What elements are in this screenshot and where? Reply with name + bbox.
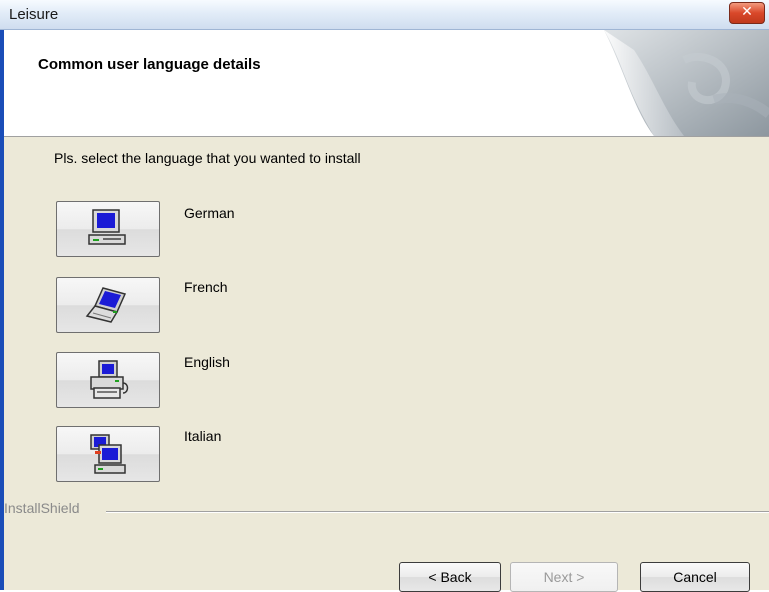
french-label: French — [184, 279, 228, 295]
window-title: Leisure — [9, 6, 59, 23]
laptop-icon — [85, 287, 127, 323]
desktop-computer-icon — [88, 209, 126, 245]
back-button[interactable]: < Back — [399, 562, 501, 592]
french-language-button[interactable] — [56, 277, 160, 333]
installer-window: Leisure ✕ Common user language details P… — [0, 0, 769, 592]
instruction-text: Pls. select the language that you wanted… — [54, 150, 361, 166]
english-label: English — [184, 354, 230, 370]
english-language-button[interactable] — [56, 352, 160, 408]
network-computer-icon — [90, 434, 126, 474]
dialog-client-area: Common user language details Pls. select… — [4, 30, 769, 592]
printer-icon — [90, 360, 129, 399]
separator-line — [106, 511, 769, 513]
close-button[interactable]: ✕ — [729, 2, 765, 24]
italian-language-button[interactable] — [56, 426, 160, 482]
header-panel: Common user language details — [4, 30, 769, 137]
page-title: Common user language details — [38, 56, 261, 73]
close-icon: ✕ — [741, 4, 753, 20]
title-bar[interactable]: Leisure ✕ — [0, 0, 769, 30]
italian-label: Italian — [184, 428, 222, 444]
german-language-button[interactable] — [56, 201, 160, 257]
installshield-brand: InstallShield — [4, 500, 80, 516]
next-button[interactable]: Next > — [510, 562, 618, 592]
german-label: German — [184, 205, 235, 221]
page-curl-graphic — [604, 30, 769, 136]
cancel-button[interactable]: Cancel — [640, 562, 750, 592]
